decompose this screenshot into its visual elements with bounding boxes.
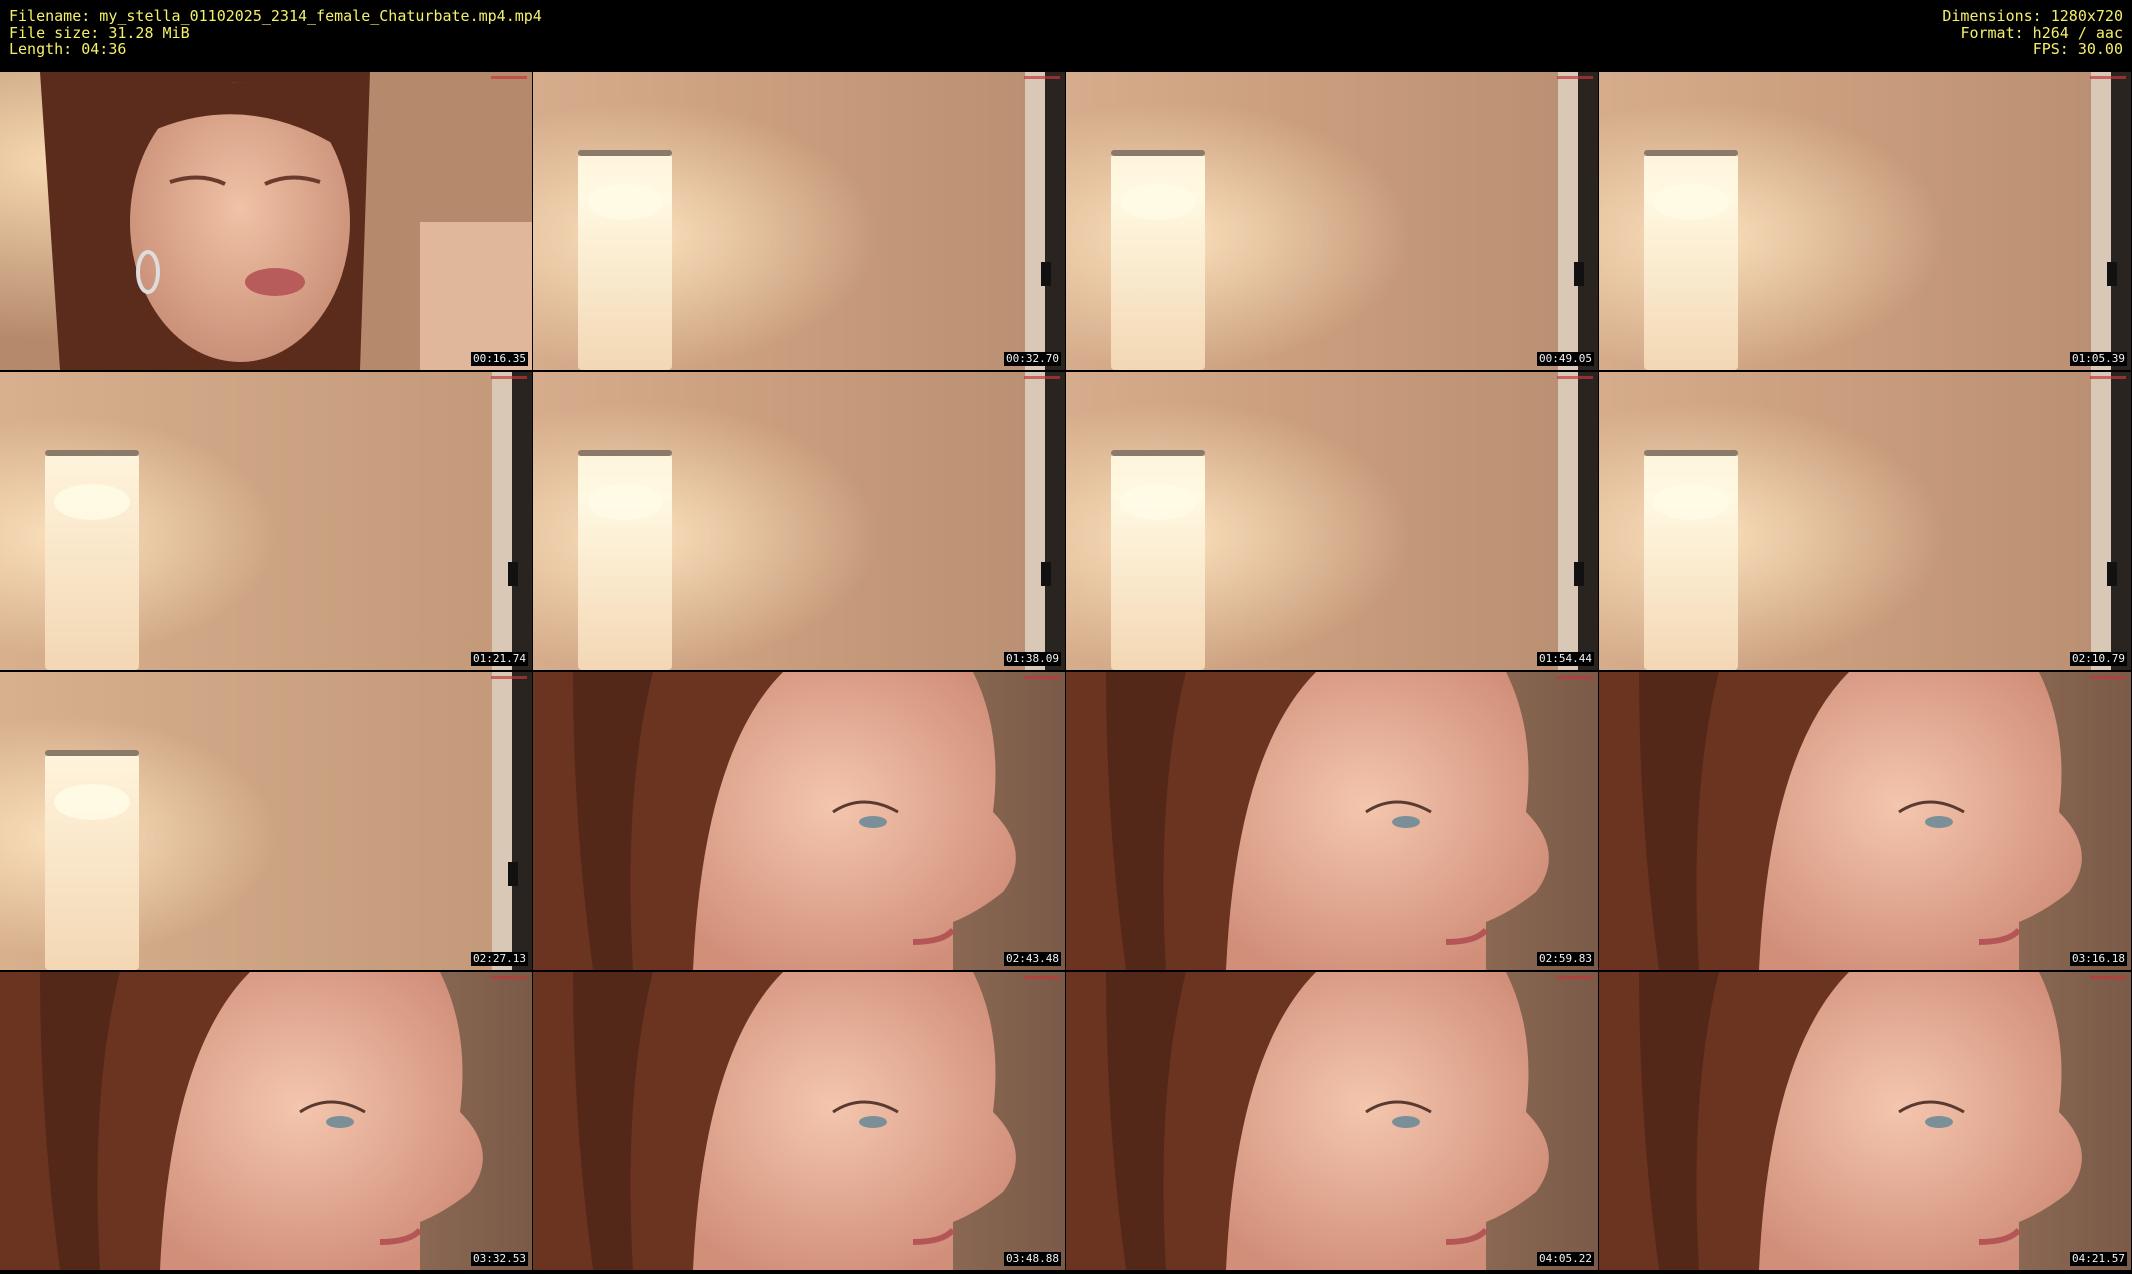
- thumbnail-image: [1066, 672, 1598, 970]
- thumbnail-3: 00:49.05: [1066, 72, 1598, 370]
- fps-label: FPS: 30.00: [2032, 40, 2123, 58]
- timestamp-label: 00:16.35: [471, 352, 528, 366]
- timestamp-label: 02:10.79: [2070, 652, 2127, 666]
- timestamp-label: 01:38.09: [1004, 652, 1061, 666]
- filename-label: Filename: my_stella_01102025_2314_female…: [9, 7, 542, 25]
- thumbnail-2: 00:32.70: [533, 72, 1065, 370]
- thumbnail-image: [0, 72, 532, 370]
- watermark: [1557, 676, 1593, 679]
- stream-meta: Dimensions: 1280x720 Format: h264 / aac …: [1942, 8, 2123, 58]
- watermark: [491, 976, 527, 979]
- thumbnail-16: 04:21.57: [1599, 972, 2131, 1270]
- thumbnail-image: [533, 372, 1065, 670]
- filesize-label: File size: 31.28 MiB: [9, 23, 190, 42]
- watermark: [1557, 976, 1593, 979]
- timestamp-label: 02:27.13: [471, 952, 528, 966]
- thumbnail-4: 01:05.39: [1599, 72, 2131, 370]
- watermark: [2090, 76, 2126, 79]
- thumbnail-image: [0, 672, 532, 970]
- thumbnail-image: [1599, 372, 2131, 670]
- thumbnail-image: [1599, 972, 2131, 1270]
- thumbnail-5: 01:21.74: [0, 372, 532, 670]
- watermark: [1557, 376, 1593, 379]
- thumbnail-image: [0, 372, 532, 670]
- thumbnail-11: 02:59.83: [1066, 672, 1598, 970]
- watermark: [2090, 976, 2126, 979]
- thumbnail-image: [1599, 72, 2131, 370]
- timestamp-label: 00:32.70: [1004, 352, 1061, 366]
- thumbnail-image: [1066, 972, 1598, 1270]
- watermark: [1557, 76, 1593, 79]
- timestamp-label: 03:32.53: [471, 1252, 528, 1266]
- timestamp-label: 02:43.48: [1004, 952, 1061, 966]
- thumbnail-7: 01:54.44: [1066, 372, 1598, 670]
- thumbnail-1: 00:16.35: [0, 72, 532, 370]
- thumbnail-image: [1599, 672, 2131, 970]
- thumbnail-grid: 00:16.35 00:32.70 00:49.05 01:05.39 01:2…: [0, 72, 2132, 1272]
- watermark: [1024, 376, 1060, 379]
- thumbnail-12: 03:16.18: [1599, 672, 2131, 970]
- watermark: [491, 376, 527, 379]
- format-label: Format: h264 / aac: [1960, 23, 2123, 42]
- timestamp-label: 03:16.18: [2070, 952, 2127, 966]
- watermark: [491, 676, 527, 679]
- thumbnail-image: [533, 672, 1065, 970]
- info-header: Filename: my_stella_01102025_2314_female…: [0, 0, 2132, 72]
- thumbnail-6: 01:38.09: [533, 372, 1065, 670]
- watermark: [491, 76, 527, 79]
- thumbnail-14: 03:48.88: [533, 972, 1065, 1270]
- thumbnail-image: [1066, 72, 1598, 370]
- timestamp-label: 01:05.39: [2070, 352, 2127, 366]
- file-meta: Filename: my_stella_01102025_2314_female…: [9, 8, 542, 58]
- length-label: Length: 04:36: [9, 40, 127, 58]
- thumbnail-10: 02:43.48: [533, 672, 1065, 970]
- thumbnail-image: [0, 972, 532, 1270]
- dimensions-label: Dimensions: 1280x720: [1942, 7, 2123, 25]
- watermark: [2090, 376, 2126, 379]
- thumbnail-8: 02:10.79: [1599, 372, 2131, 670]
- timestamp-label: 04:21.57: [2070, 1252, 2127, 1266]
- thumbnail-9: 02:27.13: [0, 672, 532, 970]
- timestamp-label: 03:48.88: [1004, 1252, 1061, 1266]
- watermark: [1024, 976, 1060, 979]
- timestamp-label: 01:54.44: [1537, 652, 1594, 666]
- watermark: [1024, 76, 1060, 79]
- timestamp-label: 04:05.22: [1537, 1252, 1594, 1266]
- thumbnail-15: 04:05.22: [1066, 972, 1598, 1270]
- thumbnail-image: [533, 72, 1065, 370]
- timestamp-label: 02:59.83: [1537, 952, 1594, 966]
- timestamp-label: 00:49.05: [1537, 352, 1594, 366]
- thumbnail-image: [1066, 372, 1598, 670]
- watermark: [2090, 676, 2126, 679]
- thumbnail-13: 03:32.53: [0, 972, 532, 1270]
- watermark: [1024, 676, 1060, 679]
- thumbnail-image: [533, 972, 1065, 1270]
- timestamp-label: 01:21.74: [471, 652, 528, 666]
